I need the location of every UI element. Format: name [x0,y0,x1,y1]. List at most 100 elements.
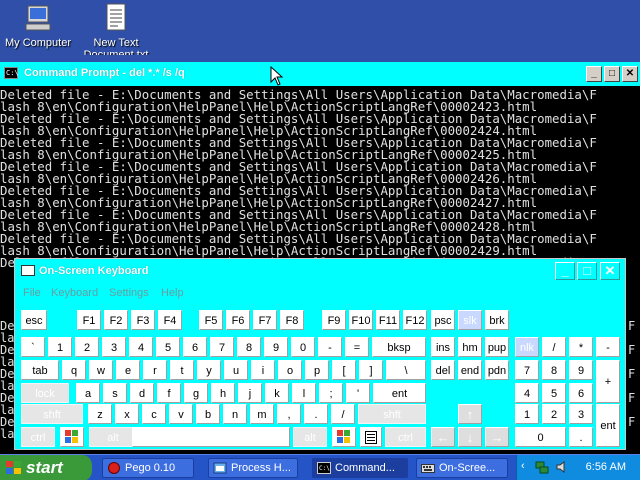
key-x[interactable]: x [115,404,139,424]
menu-settings[interactable]: Settings [109,287,149,299]
menu-keyboard[interactable]: Keyboard [51,287,98,299]
key-end[interactable]: end [458,360,482,380]
key-f[interactable]: f [157,383,181,403]
key-d[interactable]: d [130,383,154,403]
key-left-shift[interactable]: shft [21,404,83,424]
key-f9[interactable]: F9 [322,310,346,330]
key-3[interactable]: 3 [102,337,126,357]
key-f5[interactable]: F5 [199,310,223,330]
key-f8[interactable]: F8 [280,310,304,330]
key-1[interactable]: 1 [48,337,72,357]
key-backtick[interactable]: ` [21,337,45,357]
key-left-windows[interactable] [60,427,84,447]
key-y[interactable]: y [197,360,221,380]
key-numpad-3[interactable]: 3 [569,404,593,424]
key-minus[interactable]: - [318,337,342,357]
key-8[interactable]: 8 [237,337,261,357]
key-equals[interactable]: = [345,337,369,357]
key-m[interactable]: m [250,404,274,424]
key-numpad-5[interactable]: 5 [542,383,566,403]
key-e[interactable]: e [116,360,140,380]
taskbar-button-process[interactable]: Process H... [208,458,298,478]
start-button[interactable]: start [0,455,92,480]
desktop-icon-my-computer[interactable]: My Computer [2,2,74,49]
key-numpad-9[interactable]: 9 [569,360,593,380]
key-numpad-0[interactable]: 0 [515,427,566,447]
key-enter[interactable]: ent [373,383,426,403]
key-pup[interactable]: pup [485,337,509,357]
key-backslash[interactable]: \ [386,360,426,380]
key-w[interactable]: w [89,360,113,380]
menu-help[interactable]: Help [161,287,184,299]
key-h[interactable]: h [211,383,235,403]
key-left-alt[interactable]: alt [89,427,137,447]
key-f6[interactable]: F6 [226,310,250,330]
key-right-bracket[interactable]: ] [359,360,383,380]
key-z[interactable]: z [88,404,112,424]
key-g[interactable]: g [184,383,208,403]
key-s[interactable]: s [103,383,127,403]
key-f4[interactable]: F4 [158,310,182,330]
key-right-windows[interactable] [332,427,356,447]
maximize-button[interactable]: □ [604,66,620,82]
key-numpad-8[interactable]: 8 [542,360,566,380]
key-numpad-divide[interactable]: / [542,337,566,357]
key-4[interactable]: 4 [129,337,153,357]
key-menu[interactable] [360,427,382,447]
taskbar-button-on-screen-keyboard[interactable]: On-Scree... [416,458,508,478]
key-9[interactable]: 9 [264,337,288,357]
close-button[interactable]: ✕ [600,262,620,280]
key-a[interactable]: a [76,383,100,403]
key-f10[interactable]: F10 [349,310,373,330]
key-v[interactable]: v [169,404,193,424]
key-hm[interactable]: hm [458,337,482,357]
key-2[interactable]: 2 [75,337,99,357]
desktop-icon-new-text-document[interactable]: New Text Document.txt [80,2,152,55]
key-0[interactable]: 0 [291,337,315,357]
key-right-shift[interactable]: shft [358,404,426,424]
command-prompt-title-bar[interactable]: C:\ Command Prompt - del *.* /s /q _ □ ✕ [0,62,640,86]
minimize-button[interactable]: _ [586,66,602,82]
key-right-arrow[interactable]: → [485,427,509,447]
key-ins[interactable]: ins [431,337,455,357]
key-period[interactable]: . [304,404,328,424]
key-numpad-1[interactable]: 1 [515,404,539,424]
key-i[interactable]: i [251,360,275,380]
key-k[interactable]: k [265,383,289,403]
expand-tray-icon[interactable]: ‹ [521,460,525,472]
key-n[interactable]: n [223,404,247,424]
key-u[interactable]: u [224,360,248,380]
key-semicolon[interactable]: ; [319,383,343,403]
key-caps-lock[interactable]: lock [21,383,69,403]
key-slash[interactable]: / [331,404,355,424]
key-backspace[interactable]: bksp [372,337,426,357]
key-up-arrow[interactable]: ↑ [458,404,482,424]
clock[interactable]: 6:56 AM [586,461,626,473]
key-left-bracket[interactable]: [ [332,360,356,380]
key-o[interactable]: o [278,360,302,380]
key-j[interactable]: j [238,383,262,403]
key-right-ctrl[interactable]: ctrl [385,427,426,447]
key-comma[interactable]: , [277,404,301,424]
key-quote[interactable]: ' [346,383,370,403]
network-icon[interactable] [535,460,549,474]
key-esc[interactable]: esc [21,310,47,330]
key-left-ctrl[interactable]: ctrl [21,427,55,447]
key-numpad-minus[interactable]: - [596,337,620,357]
key-numpad-decimal[interactable]: . [569,427,593,447]
key-right-alt[interactable]: alt [293,427,327,447]
key-f2[interactable]: F2 [104,310,128,330]
key-b[interactable]: b [196,404,220,424]
key-f12[interactable]: F12 [403,310,427,330]
key-p[interactable]: p [305,360,329,380]
key-6[interactable]: 6 [183,337,207,357]
key-numpad-6[interactable]: 6 [569,383,593,403]
key-numpad-7[interactable]: 7 [515,360,539,380]
maximize-button[interactable]: □ [577,262,597,280]
close-button[interactable]: ✕ [622,66,638,82]
volume-icon[interactable] [555,460,569,474]
on-screen-keyboard-window[interactable]: On-Screen Keyboard _ □ ✕ File Keyboard S… [14,258,626,450]
key-7[interactable]: 7 [210,337,234,357]
key-r[interactable]: r [143,360,167,380]
key-pdn[interactable]: pdn [485,360,509,380]
